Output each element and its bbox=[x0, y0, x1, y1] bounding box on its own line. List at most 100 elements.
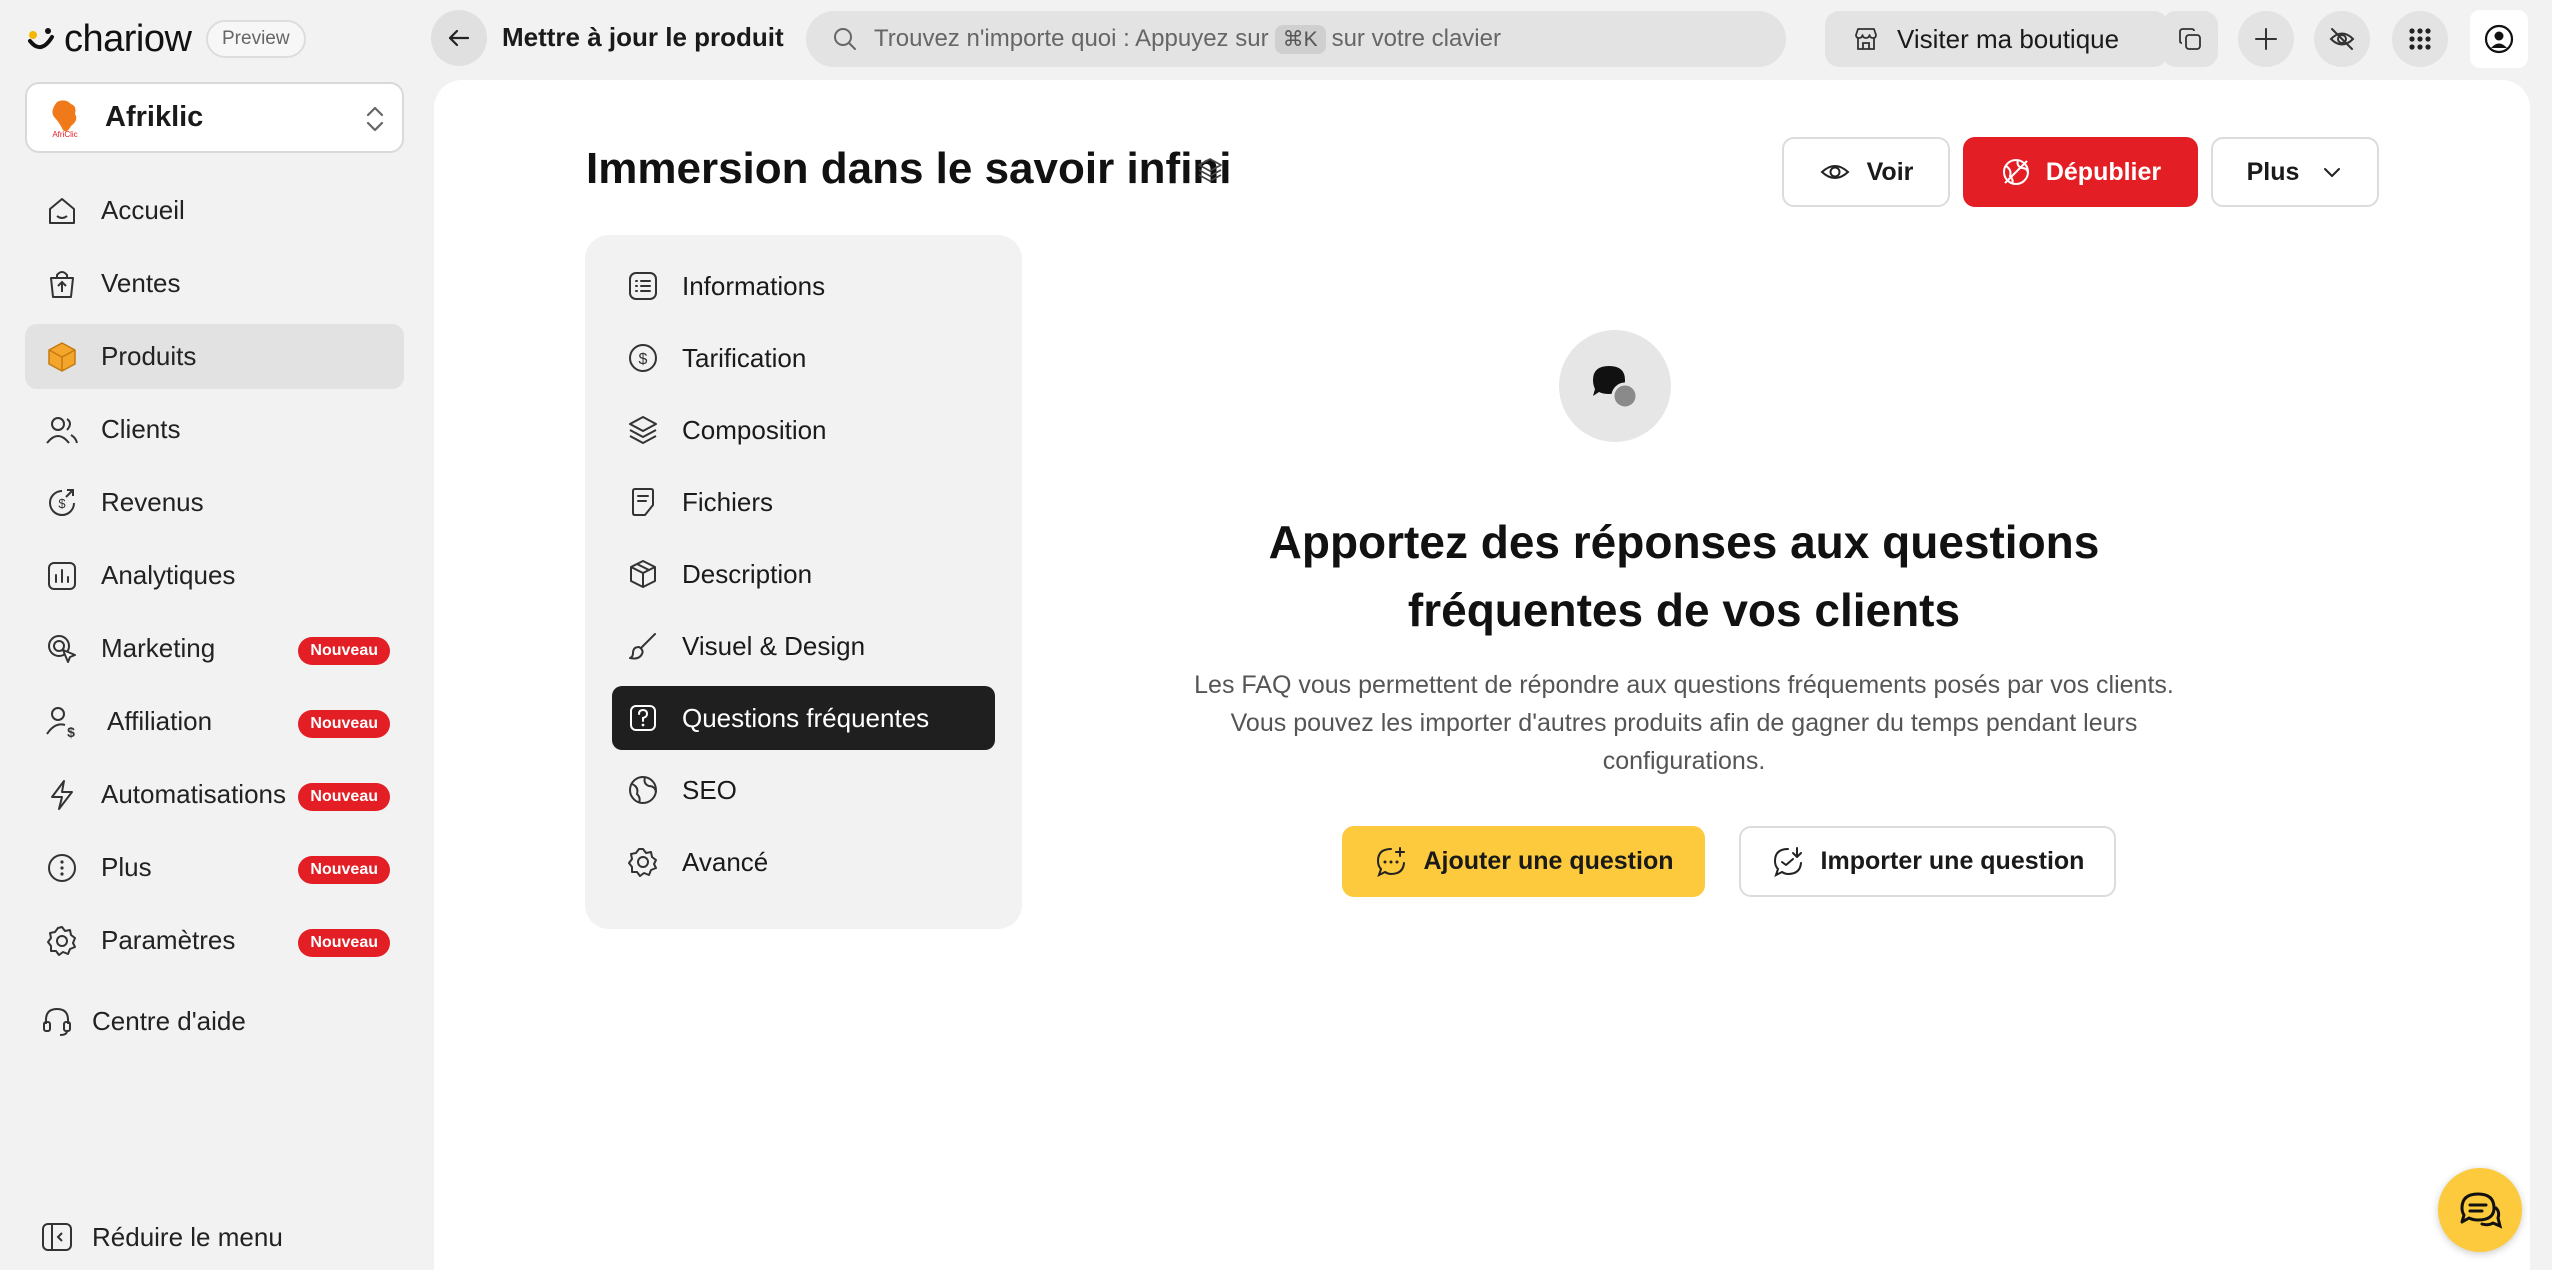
sidebar-item-marketing[interactable]: Marketing Nouveau bbox=[25, 616, 404, 681]
question-icon bbox=[627, 702, 659, 734]
product-tabs: Informations $ Tarification Composition … bbox=[585, 235, 1022, 929]
search-icon bbox=[832, 26, 858, 52]
tab-seo[interactable]: SEO bbox=[612, 758, 995, 822]
sidebar: chariow Preview AfriClic Afriklic Accuei… bbox=[0, 0, 434, 1270]
view-button-label: Voir bbox=[1866, 157, 1914, 186]
sidebar-item-plus[interactable]: Plus Nouveau bbox=[25, 835, 404, 900]
tab-fichiers[interactable]: Fichiers bbox=[612, 470, 995, 534]
layers-icon bbox=[627, 414, 659, 446]
affiliation-icon: $ bbox=[45, 705, 79, 739]
sidebar-item-label: Paramètres bbox=[101, 925, 236, 955]
sidebar-item-label: Plus bbox=[101, 852, 152, 882]
faq-empty-title: Apportez des réponses aux questions fréq… bbox=[1234, 508, 2134, 644]
dollar-icon: $ bbox=[627, 342, 659, 374]
copy-link-button[interactable] bbox=[2162, 11, 2218, 67]
sidebar-item-label: Affiliation bbox=[107, 706, 213, 736]
collapse-menu-button[interactable]: Réduire le menu bbox=[40, 1220, 283, 1254]
cube-icon bbox=[627, 558, 659, 590]
sidebar-item-revenus[interactable]: $ Revenus bbox=[25, 470, 404, 535]
search-text-before: Trouvez n'importe quoi : Appuyez sur bbox=[874, 24, 1269, 52]
gear-icon bbox=[45, 924, 79, 958]
arrow-left-icon bbox=[446, 25, 472, 51]
unpublish-button[interactable]: Dépublier bbox=[1963, 137, 2198, 207]
tab-informations[interactable]: Informations bbox=[612, 254, 995, 318]
add-question-button[interactable]: Ajouter une question bbox=[1342, 826, 1705, 897]
sidebar-item-label: Revenus bbox=[101, 487, 204, 517]
sidebar-item-produits[interactable]: Produits bbox=[25, 324, 404, 389]
store-switcher[interactable]: AfriClic Afriklic bbox=[25, 82, 404, 153]
help-center-link[interactable]: Centre d'aide bbox=[40, 1004, 246, 1038]
search-text-after: sur votre clavier bbox=[1331, 24, 1501, 52]
globe-off-icon bbox=[2000, 156, 2032, 188]
sidebar-item-label: Analytiques bbox=[101, 560, 236, 590]
tab-description[interactable]: Description bbox=[612, 542, 995, 606]
sidebar-nav: Accueil Ventes Produits Clients $ Revenu… bbox=[25, 178, 404, 981]
main-panel: Immersion dans le savoir infini Voir Dép… bbox=[434, 80, 2530, 1270]
new-badge: Nouveau bbox=[298, 929, 390, 957]
sidebar-item-label: Ventes bbox=[101, 268, 181, 298]
apps-grid-icon bbox=[2407, 26, 2433, 52]
chat-bubbles-icon bbox=[1559, 330, 1671, 442]
view-button[interactable]: Voir bbox=[1782, 137, 1950, 207]
product-title: Immersion dans le savoir infini bbox=[586, 144, 1232, 193]
sidebar-item-clients[interactable]: Clients bbox=[25, 397, 404, 462]
collapse-menu-label: Réduire le menu bbox=[92, 1221, 283, 1252]
sidebar-item-label: Clients bbox=[101, 414, 181, 444]
sidebar-item-parametres[interactable]: Paramètres Nouveau bbox=[25, 908, 404, 973]
svg-text:$: $ bbox=[67, 724, 75, 739]
add-button[interactable] bbox=[2238, 11, 2294, 67]
brand-logo[interactable]: chariow bbox=[26, 18, 192, 61]
tab-composition[interactable]: Composition bbox=[612, 398, 995, 462]
visit-store-label: Visiter ma boutique bbox=[1897, 23, 2120, 54]
import-question-label: Importer une question bbox=[1820, 847, 2085, 875]
chariow-logo-icon bbox=[26, 25, 56, 55]
marketing-icon bbox=[45, 632, 79, 666]
brush-icon bbox=[627, 630, 659, 662]
home-icon bbox=[45, 194, 79, 228]
visit-store-button[interactable]: Visiter ma boutique bbox=[1825, 11, 2168, 67]
support-chat-button[interactable] bbox=[2438, 1168, 2522, 1252]
search-placeholder: Trouvez n'importe quoi : Appuyez sur ⌘K su… bbox=[874, 24, 1501, 54]
sidebar-item-analytiques[interactable]: Analytiques bbox=[25, 543, 404, 608]
faq-empty-title-line2: fréquentes de vos clients bbox=[1407, 584, 1961, 636]
back-button[interactable] bbox=[431, 10, 487, 66]
tab-label: Tarification bbox=[682, 342, 807, 373]
box-icon bbox=[45, 340, 79, 374]
user-account-button[interactable] bbox=[2470, 10, 2528, 68]
sidebar-collapse-icon bbox=[40, 1220, 74, 1254]
plus-icon bbox=[2253, 26, 2279, 52]
search-bar[interactable]: Trouvez n'importe quoi : Appuyez sur ⌘K su… bbox=[806, 11, 1786, 67]
lightning-icon bbox=[45, 778, 79, 812]
store-logo: AfriClic bbox=[43, 95, 87, 140]
tab-questions-frequentes[interactable]: Questions fréquentes bbox=[612, 686, 995, 750]
tab-label: Fichiers bbox=[682, 486, 774, 517]
sidebar-item-automatisations[interactable]: Automatisations Nouveau bbox=[25, 762, 404, 827]
add-question-label: Ajouter une question bbox=[1423, 847, 1674, 875]
tab-label: Composition bbox=[682, 414, 827, 445]
sidebar-item-label: Produits bbox=[101, 341, 197, 371]
list-icon bbox=[627, 270, 659, 302]
tab-label: Questions fréquentes bbox=[682, 702, 930, 733]
file-icon bbox=[627, 486, 659, 518]
import-question-button[interactable]: Importer une question bbox=[1739, 826, 2116, 897]
sidebar-item-affiliation[interactable]: $ Affiliation Nouveau bbox=[25, 689, 404, 754]
tab-label: Visuel & Design bbox=[682, 630, 866, 661]
sidebar-item-accueil[interactable]: Accueil bbox=[25, 178, 404, 243]
chat-import-icon bbox=[1771, 845, 1805, 879]
tab-visuel-design[interactable]: Visuel & Design bbox=[612, 614, 995, 678]
tab-avance[interactable]: Avancé bbox=[612, 830, 995, 894]
more-actions-button[interactable]: Plus bbox=[2211, 137, 2379, 207]
tab-tarification[interactable]: $ Tarification bbox=[612, 326, 995, 390]
toggle-visibility-button[interactable] bbox=[2314, 11, 2370, 67]
keyboard-shortcut: ⌘K bbox=[1274, 24, 1326, 54]
faq-empty-title-line1: Apportez des réponses aux questions bbox=[1268, 516, 2100, 568]
apps-button[interactable] bbox=[2392, 11, 2448, 67]
more-actions-label: Plus bbox=[2246, 157, 2300, 186]
copy-icon bbox=[2177, 26, 2203, 52]
sidebar-item-ventes[interactable]: Ventes bbox=[25, 251, 404, 316]
page-heading: Mettre à jour le produit bbox=[502, 22, 784, 52]
store-name: Afriklic bbox=[105, 101, 204, 133]
chat-add-icon bbox=[1374, 845, 1408, 879]
eye-icon bbox=[1819, 156, 1851, 188]
chevron-up-down-icon bbox=[362, 104, 388, 134]
